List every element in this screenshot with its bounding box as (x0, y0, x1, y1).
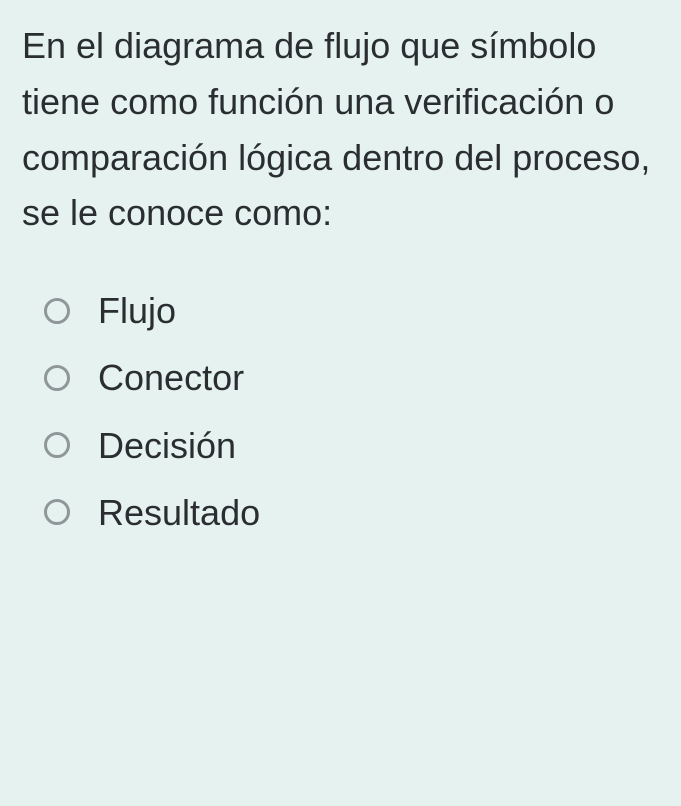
option-conector[interactable]: Conector (44, 356, 659, 399)
option-label: Conector (98, 356, 244, 399)
question-text: En el diagrama de flujo que símbolo tien… (22, 18, 659, 241)
radio-icon[interactable] (44, 499, 70, 525)
radio-icon[interactable] (44, 298, 70, 324)
option-label: Resultado (98, 491, 260, 534)
options-list: Flujo Conector Decisión Resultado (22, 289, 659, 534)
option-label: Flujo (98, 289, 176, 332)
radio-icon[interactable] (44, 365, 70, 391)
option-label: Decisión (98, 424, 236, 467)
option-decision[interactable]: Decisión (44, 424, 659, 467)
radio-icon[interactable] (44, 432, 70, 458)
option-flujo[interactable]: Flujo (44, 289, 659, 332)
option-resultado[interactable]: Resultado (44, 491, 659, 534)
